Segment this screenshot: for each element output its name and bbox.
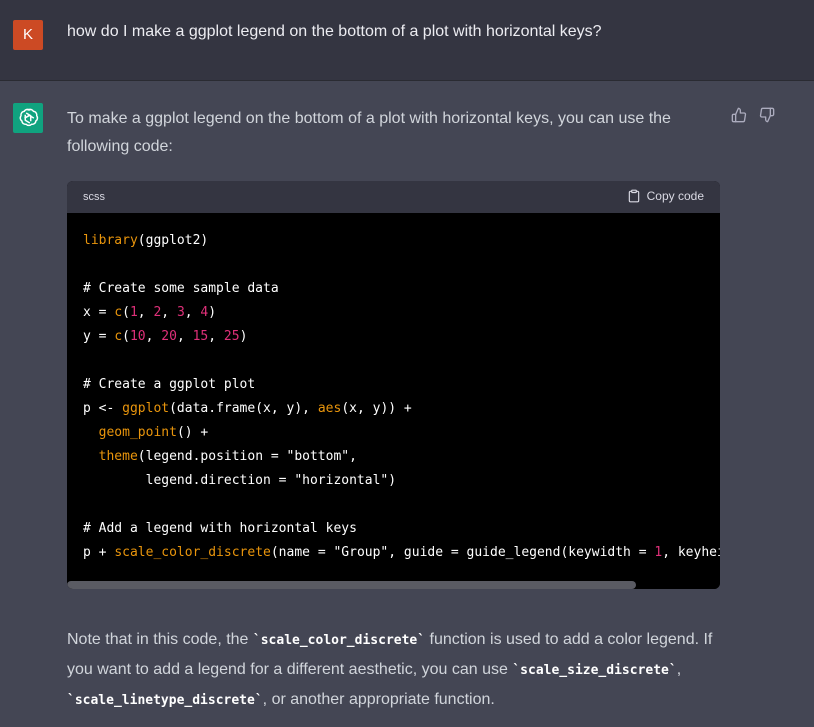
code-token: , — [208, 329, 224, 344]
code-token: 15 — [192, 329, 209, 344]
code-line: # Create a ggplot plot — [83, 373, 720, 397]
inline-code: `scale_size_discrete` — [512, 663, 677, 678]
code-token: c — [114, 329, 123, 344]
openai-logo-icon — [19, 108, 39, 127]
code-token: # Create some sample data — [83, 281, 279, 296]
copy-code-label: Copy code — [646, 189, 704, 203]
note-text-segment: , or another appropriate function. — [262, 691, 495, 708]
code-token: ggplot — [122, 401, 170, 416]
code-line: theme(legend.position = "bottom", — [83, 445, 720, 469]
assistant-message-row: To make a ggplot legend on the bottom of… — [0, 81, 814, 727]
thumbs-up-icon[interactable] — [731, 107, 747, 123]
code-token: 1 — [129, 305, 138, 320]
inline-code: `scale_color_discrete` — [252, 633, 426, 648]
code-content: library(ggplot2) # Create some sample dat… — [83, 229, 720, 565]
copy-code-button[interactable]: Copy code — [627, 189, 704, 203]
code-token: y = — [83, 329, 115, 344]
code-token: , — [176, 329, 193, 344]
code-block: scss Copy code library(ggplot2) # Create … — [67, 181, 720, 589]
inline-code: `scale_linetype_discrete` — [67, 693, 263, 708]
code-token: library — [83, 233, 138, 248]
code-token: (ggplot2) — [137, 233, 209, 248]
code-token: (data.frame(x, y), — [169, 401, 318, 416]
code-line: p <- ggplot(data.frame(x, y), aes(x, y))… — [83, 397, 720, 421]
code-token: 25 — [223, 329, 240, 344]
code-token: , keyheig — [662, 545, 720, 560]
code-language-label: scss — [83, 191, 105, 203]
code-token: # Create a ggplot plot — [83, 377, 256, 392]
code-token: x = — [83, 305, 115, 320]
code-token: () + — [176, 425, 209, 440]
code-header: scss Copy code — [67, 181, 720, 213]
code-line: library(ggplot2) — [83, 229, 720, 253]
code-token: 10 — [129, 329, 146, 344]
code-scrollbar[interactable] — [67, 581, 720, 589]
code-token: , — [184, 305, 201, 320]
code-line: # Create some sample data — [83, 277, 720, 301]
user-message-text: how do I make a ggplot legend on the bot… — [67, 23, 602, 40]
code-token: (x, y)) + — [341, 401, 412, 416]
code-token: (legend.position = "bottom", — [137, 449, 357, 464]
thumbs-down-icon[interactable] — [759, 107, 775, 123]
user-message-row: K how do I make a ggplot legend on the b… — [0, 0, 814, 81]
code-line: y = c(10, 20, 15, 25) — [83, 325, 720, 349]
code-token: (name = "Group", guide = guide_legend(ke… — [270, 545, 655, 560]
code-token: p <- — [83, 401, 123, 416]
code-token: , — [145, 329, 162, 344]
code-token: p + — [83, 545, 115, 560]
code-token: 3 — [176, 305, 185, 320]
code-scrollbar-thumb[interactable] — [67, 581, 636, 589]
note-text-segment: , — [676, 661, 682, 678]
user-avatar: K — [13, 20, 43, 50]
code-token: ( — [122, 329, 130, 344]
code-token: c — [114, 305, 123, 320]
code-line: # Add a legend with horizontal keys — [83, 517, 720, 541]
code-line: geom_point() + — [83, 421, 720, 445]
code-token: ) — [239, 329, 248, 344]
clipboard-icon — [628, 189, 639, 203]
code-token: scale_color_discrete — [114, 545, 271, 560]
assistant-intro-text: To make a ggplot legend on the bottom of… — [67, 110, 671, 155]
code-token: geom_point — [98, 425, 177, 440]
code-token: , — [137, 305, 154, 320]
code-token: theme — [98, 449, 138, 464]
code-line: legend.direction = "horizontal") — [83, 469, 720, 493]
assistant-note-text: Note that in this code, the `scale_color… — [67, 625, 727, 715]
code-token: ) — [208, 305, 217, 320]
code-token: , — [161, 305, 177, 320]
code-token: 20 — [161, 329, 177, 344]
feedback-buttons — [731, 107, 775, 123]
code-token: ( — [122, 305, 130, 320]
code-token: aes — [317, 401, 342, 416]
assistant-avatar — [13, 103, 43, 133]
code-line: x = c(1, 2, 3, 4) — [83, 301, 720, 325]
note-text-segment: Note that in this code, the — [67, 631, 253, 648]
code-token: legend.direction = "horizontal") — [83, 473, 397, 488]
code-token: # Add a legend with horizontal keys — [83, 521, 357, 536]
code-line: p + scale_color_discrete(name = "Group",… — [83, 541, 720, 565]
